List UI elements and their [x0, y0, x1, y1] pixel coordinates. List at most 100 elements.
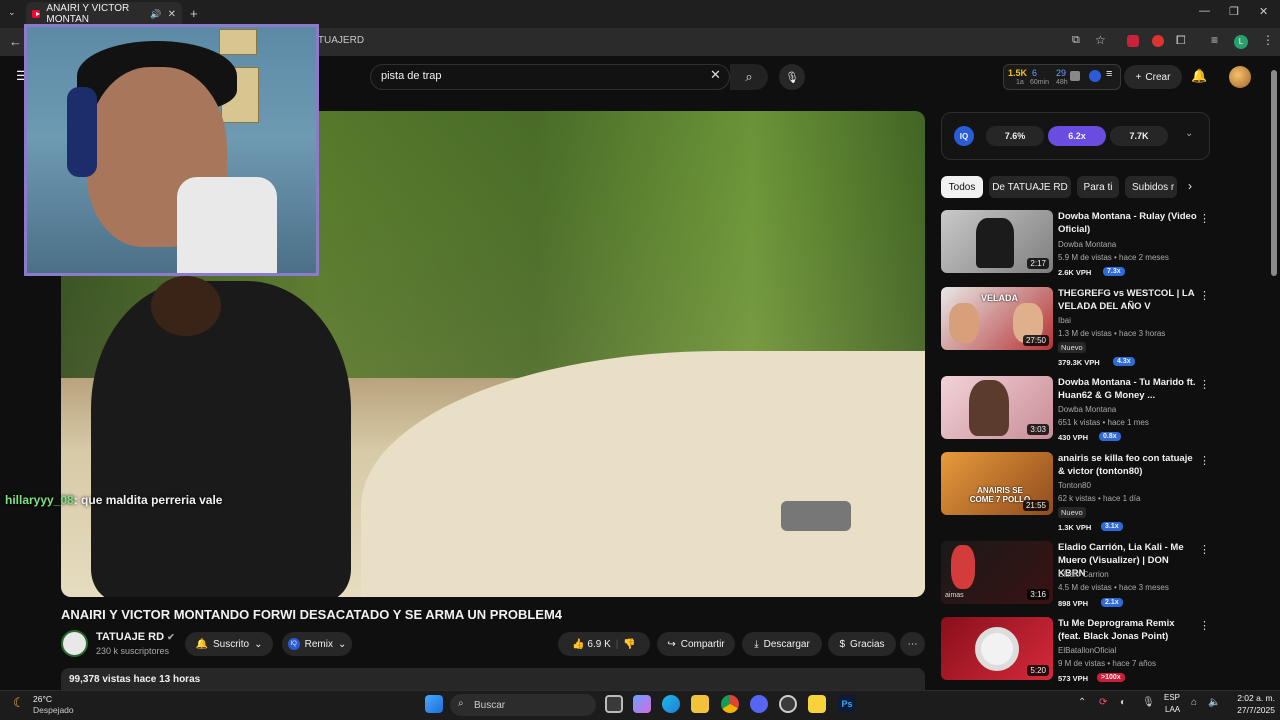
weather-desc[interactable]: Despejado: [33, 705, 74, 715]
bookmark-star-icon[interactable]: ☆: [1095, 33, 1106, 47]
video-thumbnail[interactable]: 3:03: [941, 376, 1053, 439]
clock-date[interactable]: 27/7/2025: [1229, 705, 1275, 715]
list-item[interactable]: 5:20 Tu Me Deprograma Remix (feat. Black…: [941, 617, 1211, 691]
task-view-icon[interactable]: [605, 695, 623, 713]
tray-sync-icon[interactable]: ⟳: [1099, 697, 1107, 708]
volume-icon[interactable]: 🔈: [1208, 697, 1220, 708]
iq-pill-2[interactable]: 6.2x: [1048, 126, 1106, 146]
extensions-puzzle-icon[interactable]: ⧠: [1176, 33, 1186, 48]
video-thumbnail[interactable]: 2:17: [941, 210, 1053, 273]
thumbs-down-icon[interactable]: 👎: [623, 639, 635, 650]
language-sub[interactable]: LAA: [1165, 705, 1180, 714]
video-thumbnail[interactable]: ANAIRIS SE COME 7 POLLO 21:55: [941, 452, 1053, 515]
restore-icon[interactable]: ❐: [1229, 5, 1239, 18]
rec-title[interactable]: THEGREFG vs WESTCOL | LA VELADA DEL AÑO …: [1058, 287, 1198, 313]
edge-icon[interactable]: [662, 695, 680, 713]
thanks-button[interactable]: $ Gracias: [828, 632, 896, 656]
weather-temp[interactable]: 26°C: [33, 694, 52, 704]
rec-title[interactable]: anairis se killa feo con tatuaje & victo…: [1058, 452, 1198, 478]
chip-todos[interactable]: Todos: [941, 176, 983, 198]
language-indicator[interactable]: ESP: [1164, 693, 1180, 702]
notifications-bell-icon[interactable]: 🔔: [1191, 68, 1207, 84]
clock-time[interactable]: 2:02 a. m.: [1229, 693, 1275, 703]
list-item[interactable]: ANAIRIS SE COME 7 POLLO 21:55 anairis se…: [941, 452, 1211, 532]
tray-chevron-icon[interactable]: ⌃: [1078, 697, 1086, 708]
speaker-icon[interactable]: 🔊: [150, 9, 161, 20]
subscribed-button[interactable]: 🔔 Suscrito ⌄: [185, 632, 273, 656]
extension-red-icon[interactable]: [1127, 35, 1139, 47]
search-button[interactable]: ⌕: [730, 64, 768, 90]
list-item[interactable]: VELADA 27:50 THEGREFG vs WESTCOL | LA VE…: [941, 287, 1211, 367]
profile-avatar-icon[interactable]: L: [1234, 35, 1248, 49]
iq-pill-1[interactable]: 7.6%: [986, 126, 1044, 146]
create-button[interactable]: + Crear: [1124, 65, 1182, 89]
page-scrollbar[interactable]: [1271, 70, 1277, 276]
rec-title[interactable]: Dowba Montana - Rulay (Video Oficial): [1058, 210, 1198, 236]
description-box[interactable]: 99,378 vistas hace 13 horas: [61, 668, 925, 690]
minimize-icon[interactable]: —: [1199, 5, 1210, 17]
taskbar-search-box[interactable]: ⌕ Buscar: [450, 694, 596, 716]
more-actions-button[interactable]: ⋯: [900, 632, 925, 656]
rec-title[interactable]: Tu Me Deprograma Remix (feat. Black Jona…: [1058, 617, 1198, 643]
photoshop-icon[interactable]: Ps: [838, 695, 856, 713]
remix-button[interactable]: IQ Remix ⌄: [282, 632, 352, 656]
more-options-icon[interactable]: ⋮: [1199, 454, 1210, 467]
like-button[interactable]: 👍 6.9 K: [572, 639, 611, 650]
video-thumbnail[interactable]: aimas 3:16: [941, 541, 1053, 604]
list-item[interactable]: aimas 3:16 Eladio Carrión, Lia Kali - Me…: [941, 541, 1211, 615]
more-options-icon[interactable]: ⋮: [1199, 289, 1210, 302]
reading-list-icon[interactable]: ≡: [1211, 33, 1218, 47]
channel-avatar[interactable]: [61, 630, 88, 657]
sticky-notes-icon[interactable]: [808, 695, 826, 713]
tab-list-icon[interactable]: ⌄: [8, 7, 16, 18]
chip-subidos[interactable]: Subidos r: [1125, 176, 1177, 198]
chrome-icon[interactable]: [721, 695, 739, 713]
voice-search-button[interactable]: 🎙: [779, 64, 805, 90]
rec-channel[interactable]: Ibai: [1058, 316, 1071, 325]
list-item[interactable]: 2:17 Dowba Montana - Rulay (Video Oficia…: [941, 210, 1211, 284]
network-icon[interactable]: ⌂: [1191, 697, 1197, 708]
iq-expand-chevron-icon[interactable]: ⌄: [1185, 128, 1193, 139]
browser-menu-icon[interactable]: ⋮: [1262, 33, 1274, 47]
more-options-icon[interactable]: ⋮: [1199, 543, 1210, 556]
rec-title[interactable]: Dowba Montana - Tu Marido ft. Huan62 & G…: [1058, 376, 1198, 402]
chip-de-tatuaje-rd[interactable]: De TATUAJE RD: [989, 176, 1071, 198]
extension-shield-icon[interactable]: [1152, 35, 1164, 47]
tray-app-icon[interactable]: ◐: [1120, 697, 1126, 708]
rec-channel[interactable]: Dowba Montana: [1058, 405, 1116, 414]
rec-channel[interactable]: Eladio Carrion: [1058, 570, 1109, 579]
clear-search-icon[interactable]: ✕: [710, 67, 721, 83]
more-options-icon[interactable]: ⋮: [1199, 619, 1210, 632]
video-thumbnail[interactable]: VELADA 27:50: [941, 287, 1053, 350]
rec-channel[interactable]: Dowba Montana: [1058, 240, 1116, 249]
video-thumbnail[interactable]: 5:20: [941, 617, 1053, 680]
url-text[interactable]: ATUAJERD: [312, 35, 364, 46]
user-avatar[interactable]: [1229, 66, 1251, 88]
channel-stats-widget[interactable]: 1.5K 1a 6 60min 29 48h ≡: [1003, 64, 1121, 90]
settings-gear-icon[interactable]: [779, 695, 797, 713]
tab-close-icon[interactable]: ✕: [168, 9, 176, 20]
chips-next-chevron-icon[interactable]: ›: [1188, 179, 1192, 193]
iq-pill-3[interactable]: 7.7K: [1110, 126, 1168, 146]
share-button[interactable]: ↪ Compartir: [657, 632, 735, 656]
list-item[interactable]: 3:03 Dowba Montana - Tu Marido ft. Huan6…: [941, 376, 1211, 450]
rec-channel[interactable]: ElBatallonOficial: [1058, 646, 1116, 655]
file-explorer-icon[interactable]: [691, 695, 709, 713]
more-options-icon[interactable]: ⋮: [1199, 212, 1210, 225]
search-input[interactable]: pista de trap: [381, 70, 442, 82]
rec-channel[interactable]: Tonton80: [1058, 481, 1091, 490]
chip-para-ti[interactable]: Para ti: [1077, 176, 1119, 198]
more-options-icon[interactable]: ⋮: [1199, 378, 1210, 391]
new-tab-icon[interactable]: +: [190, 6, 198, 21]
weather-moon-icon[interactable]: ☾: [13, 695, 25, 711]
download-button[interactable]: ⤓ Descargar: [742, 632, 822, 656]
cast-icon[interactable]: ⧉: [1072, 34, 1080, 47]
windows-start-icon[interactable]: [425, 695, 443, 713]
back-icon[interactable]: ←: [9, 34, 22, 49]
channel-name[interactable]: TATUAJE RD ✔: [96, 631, 175, 643]
discord-icon[interactable]: [750, 695, 768, 713]
window-close-icon[interactable]: ✕: [1259, 5, 1268, 18]
copilot-icon[interactable]: [633, 695, 651, 713]
browser-tab-active[interactable]: ANAIRI Y VICTOR MONTAN 🔊 ✕: [26, 2, 182, 26]
tray-mic-icon[interactable]: 🎙: [1142, 697, 1155, 708]
